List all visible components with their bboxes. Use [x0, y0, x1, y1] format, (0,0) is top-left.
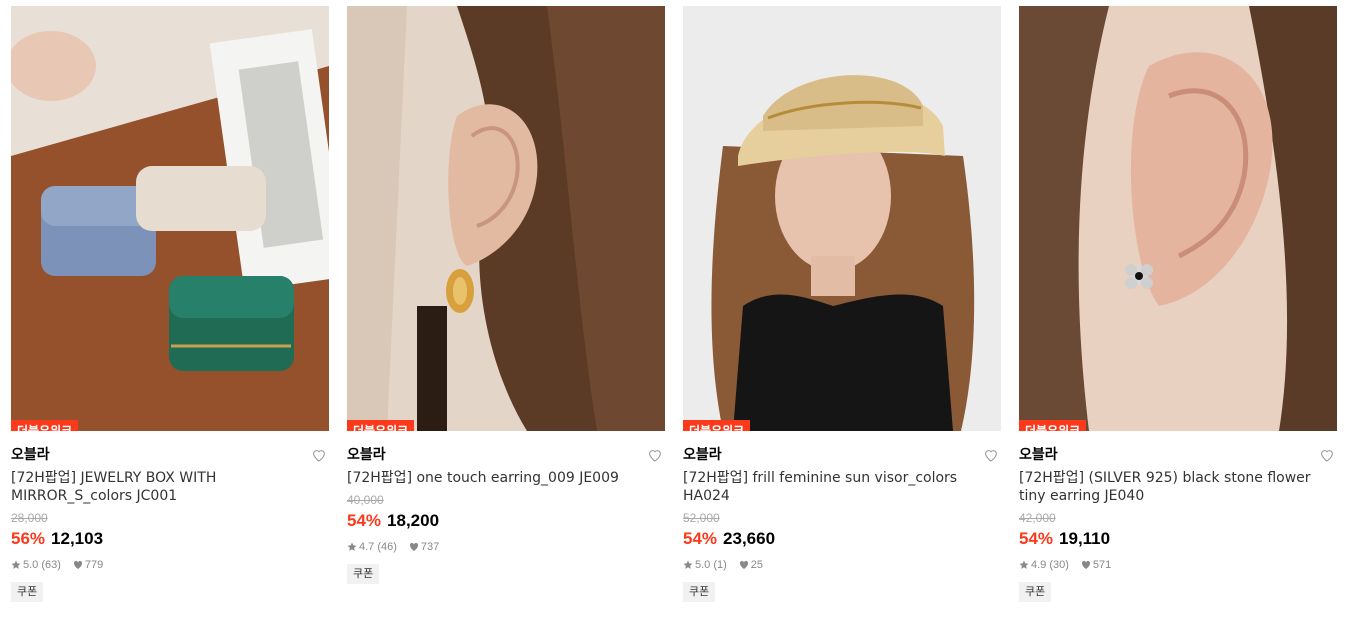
rating-text: 5.0 (63)	[23, 559, 61, 571]
jewelry-box-image	[11, 6, 329, 431]
rating-text: 4.7 (46)	[359, 541, 397, 553]
heart-icon[interactable]	[983, 447, 999, 463]
like-count: 737	[420, 541, 440, 553]
star-icon	[1019, 560, 1029, 569]
original-price: 40,000	[347, 493, 384, 507]
sale-price: 19,110	[1059, 529, 1111, 548]
promo-badge: 더블유위크	[347, 420, 415, 431]
price-row: 56% 12,103	[11, 529, 329, 550]
discount-rate: 54%	[683, 529, 718, 548]
sale-price: 12,103	[51, 529, 104, 548]
heart-icon[interactable]	[1319, 447, 1335, 463]
price-row: 54% 23,660	[683, 529, 1001, 550]
heart-icon[interactable]	[647, 447, 663, 463]
product-card[interactable]: 더블유위크 오블라 [72H팝업] frill feminine sun vis…	[683, 6, 1001, 602]
promo-badge: 더블유위크	[1019, 420, 1087, 431]
brand-name[interactable]: 오블라	[11, 445, 329, 465]
like-count: 779	[84, 559, 104, 571]
heart-count-icon	[1081, 560, 1090, 569]
heart-count-icon	[73, 560, 82, 569]
original-price: 28,000	[11, 511, 48, 525]
review-meta: 5.0 (63) 779	[11, 558, 329, 572]
original-price: 42,000	[1019, 511, 1056, 525]
brand-name[interactable]: 오블라	[1019, 445, 1337, 465]
coupon-tag: 쿠폰	[11, 582, 44, 602]
coupon-tag: 쿠폰	[683, 582, 716, 602]
price-row: 54% 18,200	[347, 511, 665, 532]
product-title[interactable]: [72H팝업] JEWELRY BOX WITH MIRROR_S_colors…	[11, 469, 329, 505]
product-title[interactable]: [72H팝업] frill feminine sun visor_colors …	[683, 469, 1001, 505]
review-meta: 4.9 (30) 571	[1019, 558, 1337, 572]
product-image[interactable]: 더블유위크	[11, 6, 329, 431]
coupon-tag: 쿠폰	[347, 564, 380, 584]
like-count: 571	[1092, 559, 1112, 571]
gold-earring-image	[347, 6, 665, 431]
heart-count-icon	[739, 560, 748, 569]
promo-badge: 더블유위크	[683, 420, 751, 431]
discount-rate: 54%	[1019, 529, 1054, 548]
product-title[interactable]: [72H팝업] (SILVER 925) black stone flower …	[1019, 469, 1337, 505]
product-card[interactable]: 더블유위크 오블라 [72H팝업] one touch earring_009 …	[347, 6, 665, 584]
discount-rate: 56%	[11, 529, 46, 548]
brand-name[interactable]: 오블라	[347, 445, 665, 465]
sun-visor-model-image	[683, 6, 1001, 431]
product-card[interactable]: 더블유위크 오블라 [72H팝업] JEWELRY BOX WITH MIRRO…	[11, 6, 329, 602]
discount-rate: 54%	[347, 511, 382, 530]
product-image[interactable]: 더블유위크	[347, 6, 665, 431]
rating-text: 5.0 (1)	[695, 559, 727, 571]
flower-earring-image	[1019, 6, 1337, 431]
price-row: 54% 19,110	[1019, 529, 1337, 550]
star-icon	[347, 542, 357, 551]
heart-count-icon	[409, 542, 418, 551]
star-icon	[683, 560, 693, 569]
review-meta: 4.7 (46) 737	[347, 540, 665, 554]
original-price: 52,000	[683, 511, 720, 525]
sale-price: 23,660	[723, 529, 776, 548]
coupon-tag: 쿠폰	[1019, 582, 1052, 602]
heart-icon[interactable]	[311, 447, 327, 463]
promo-badge: 더블유위크	[11, 420, 79, 431]
product-card[interactable]: 더블유위크 오블라 [72H팝업] (SILVER 925) black sto…	[1019, 6, 1337, 602]
product-title[interactable]: [72H팝업] one touch earring_009 JE009	[347, 469, 665, 487]
star-icon	[11, 560, 21, 569]
product-grid: 더블유위크 오블라 [72H팝업] JEWELRY BOX WITH MIRRO…	[0, 0, 1349, 621]
brand-name[interactable]: 오블라	[683, 445, 1001, 465]
sale-price: 18,200	[387, 511, 440, 530]
review-meta: 5.0 (1) 25	[683, 558, 1001, 572]
product-image[interactable]: 더블유위크	[1019, 6, 1337, 431]
product-image[interactable]: 더블유위크	[683, 6, 1001, 431]
like-count: 25	[750, 559, 764, 571]
rating-text: 4.9 (30)	[1031, 559, 1069, 571]
